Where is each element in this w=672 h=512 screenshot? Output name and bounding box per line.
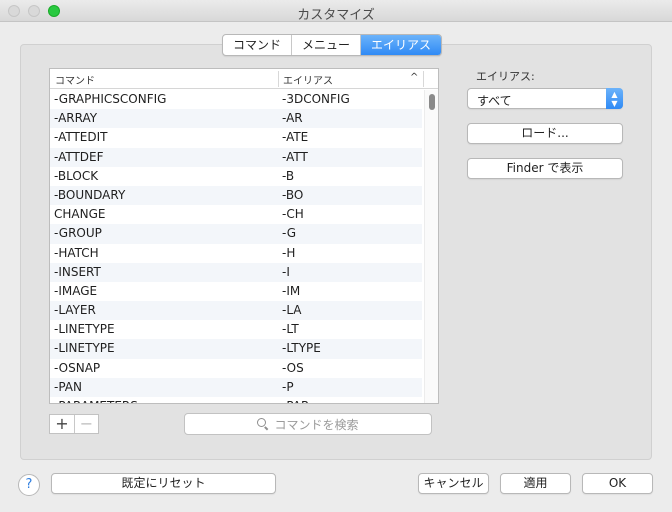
alias-cell: -OS <box>282 360 304 375</box>
table-row[interactable]: -HATCH -H <box>50 244 422 263</box>
table-row[interactable]: -BOUNDARY -BO <box>50 185 422 206</box>
alias-filter-label: エイリアス: <box>476 70 535 83</box>
command-cell: CHANGE <box>54 207 106 222</box>
table-row[interactable]: -IMAGE -IM <box>50 282 422 301</box>
alias-cell: -LTYPE <box>282 341 321 356</box>
reset-to-default-button[interactable]: 既定にリセット <box>51 473 276 494</box>
search-input[interactable]: コマンドを検索 <box>184 413 432 435</box>
command-cell: -BLOCK <box>54 168 99 183</box>
command-cell: -HATCH <box>54 245 99 260</box>
alias-cell: -H <box>282 245 296 260</box>
alias-cell: -PAR <box>282 397 309 403</box>
command-cell: -LAYER <box>54 303 96 318</box>
alias-cell: -BO <box>282 187 304 202</box>
table-row[interactable]: CHANGE -CH <box>50 205 422 224</box>
table-row[interactable]: -OSNAP -OS <box>50 359 422 378</box>
cancel-button[interactable]: キャンセル <box>418 473 489 494</box>
table-header: コマンド エイリアス ^ <box>50 69 438 89</box>
table-row[interactable]: -PAN -P <box>50 377 422 397</box>
search-placeholder: コマンドを検索 <box>274 417 359 432</box>
command-cell: -PAN <box>54 379 82 394</box>
alias-cell: -3DCONFIG <box>282 92 350 106</box>
table-body: -GRAPHICSCONFIG -3DCONFIG -ARRAY -AR -ATTEDI… <box>50 90 422 403</box>
command-cell: -LINETYPE <box>54 341 115 356</box>
command-cell: -GRAPHICSCONFIG <box>54 92 167 106</box>
command-cell: -OSNAP <box>54 360 101 375</box>
table-row[interactable]: -BLOCK -B <box>50 167 422 186</box>
add-remove-control: + − <box>49 414 99 434</box>
tab-aliases[interactable]: エイリアス <box>361 35 442 55</box>
command-cell: -PARAMETERS <box>54 397 138 403</box>
chevron-updown-icon: ▲ ▼ <box>606 88 623 109</box>
scrollbar-thumb[interactable] <box>429 94 435 110</box>
table-row[interactable]: -PARAMETERS -PAR <box>50 397 422 403</box>
chevron-up-icon[interactable]: ^ <box>410 72 418 83</box>
command-cell: -LINETYPE <box>54 322 115 337</box>
alias-cell: -ATT <box>282 149 308 164</box>
help-button[interactable]: ? <box>18 474 40 496</box>
table-row[interactable]: -ARRAY -AR <box>50 109 422 129</box>
alias-cell: -I <box>282 264 290 279</box>
command-cell: -INSERT <box>54 264 101 279</box>
command-cell: -ATTDEF <box>54 149 104 164</box>
alias-table: コマンド エイリアス ^ -GRAPHICSCONFIG -3DCONFIG -AR… <box>49 68 439 404</box>
tab-menus[interactable]: メニュー <box>292 35 362 55</box>
ok-button[interactable]: OK <box>582 473 653 494</box>
column-divider <box>423 71 424 87</box>
alias-cell: -G <box>282 226 297 241</box>
table-row[interactable]: -LAYER -LA <box>50 301 422 321</box>
alias-filter-value: すべて <box>477 94 512 108</box>
tab-commands[interactable]: コマンド <box>223 35 293 55</box>
column-header-alias[interactable]: エイリアス <box>283 72 333 87</box>
command-cell: -GROUP <box>54 226 102 241</box>
table-row[interactable]: -ATTEDIT -ATE <box>50 128 422 147</box>
alias-cell: -IM <box>282 283 301 298</box>
table-row[interactable]: -GROUP -G <box>50 224 422 244</box>
tab-bar: コマンド メニュー エイリアス <box>222 34 443 56</box>
column-divider[interactable] <box>278 71 279 87</box>
command-cell: -ARRAY <box>54 111 98 126</box>
title-bar: カスタマイズ <box>0 0 672 23</box>
alias-cell: -LA <box>282 303 302 318</box>
add-alias-button[interactable]: + <box>50 415 74 433</box>
table-row[interactable]: -GRAPHICSCONFIG -3DCONFIG <box>50 90 422 109</box>
show-in-finder-button[interactable]: Finder で表示 <box>467 158 623 179</box>
alias-cell: -AR <box>282 111 303 126</box>
window-title: カスタマイズ <box>297 8 375 23</box>
remove-alias-button[interactable]: − <box>74 415 98 433</box>
alias-filter-select[interactable]: すべて ▲ ▼ <box>467 88 623 109</box>
command-cell: -ATTEDIT <box>54 130 108 145</box>
alias-cell: -P <box>282 379 294 394</box>
alias-cell: -B <box>282 168 295 183</box>
alias-cell: -ATE <box>282 130 309 145</box>
load-button[interactable]: ロード... <box>467 123 623 144</box>
scrollbar[interactable] <box>424 90 438 403</box>
table-row[interactable]: -ATTDEF -ATT <box>50 147 422 167</box>
table-row[interactable]: -LINETYPE -LTYPE <box>50 339 422 359</box>
alias-cell: -LT <box>282 322 299 337</box>
alias-cell: -CH <box>282 207 304 222</box>
command-cell: -BOUNDARY <box>54 187 126 202</box>
column-header-command[interactable]: コマンド <box>55 72 95 87</box>
table-row[interactable]: -INSERT -I <box>50 262 422 282</box>
search-icon <box>257 418 269 430</box>
command-cell: -IMAGE <box>54 283 98 298</box>
table-row[interactable]: -LINETYPE -LT <box>50 320 422 339</box>
apply-button[interactable]: 適用 <box>500 473 571 494</box>
